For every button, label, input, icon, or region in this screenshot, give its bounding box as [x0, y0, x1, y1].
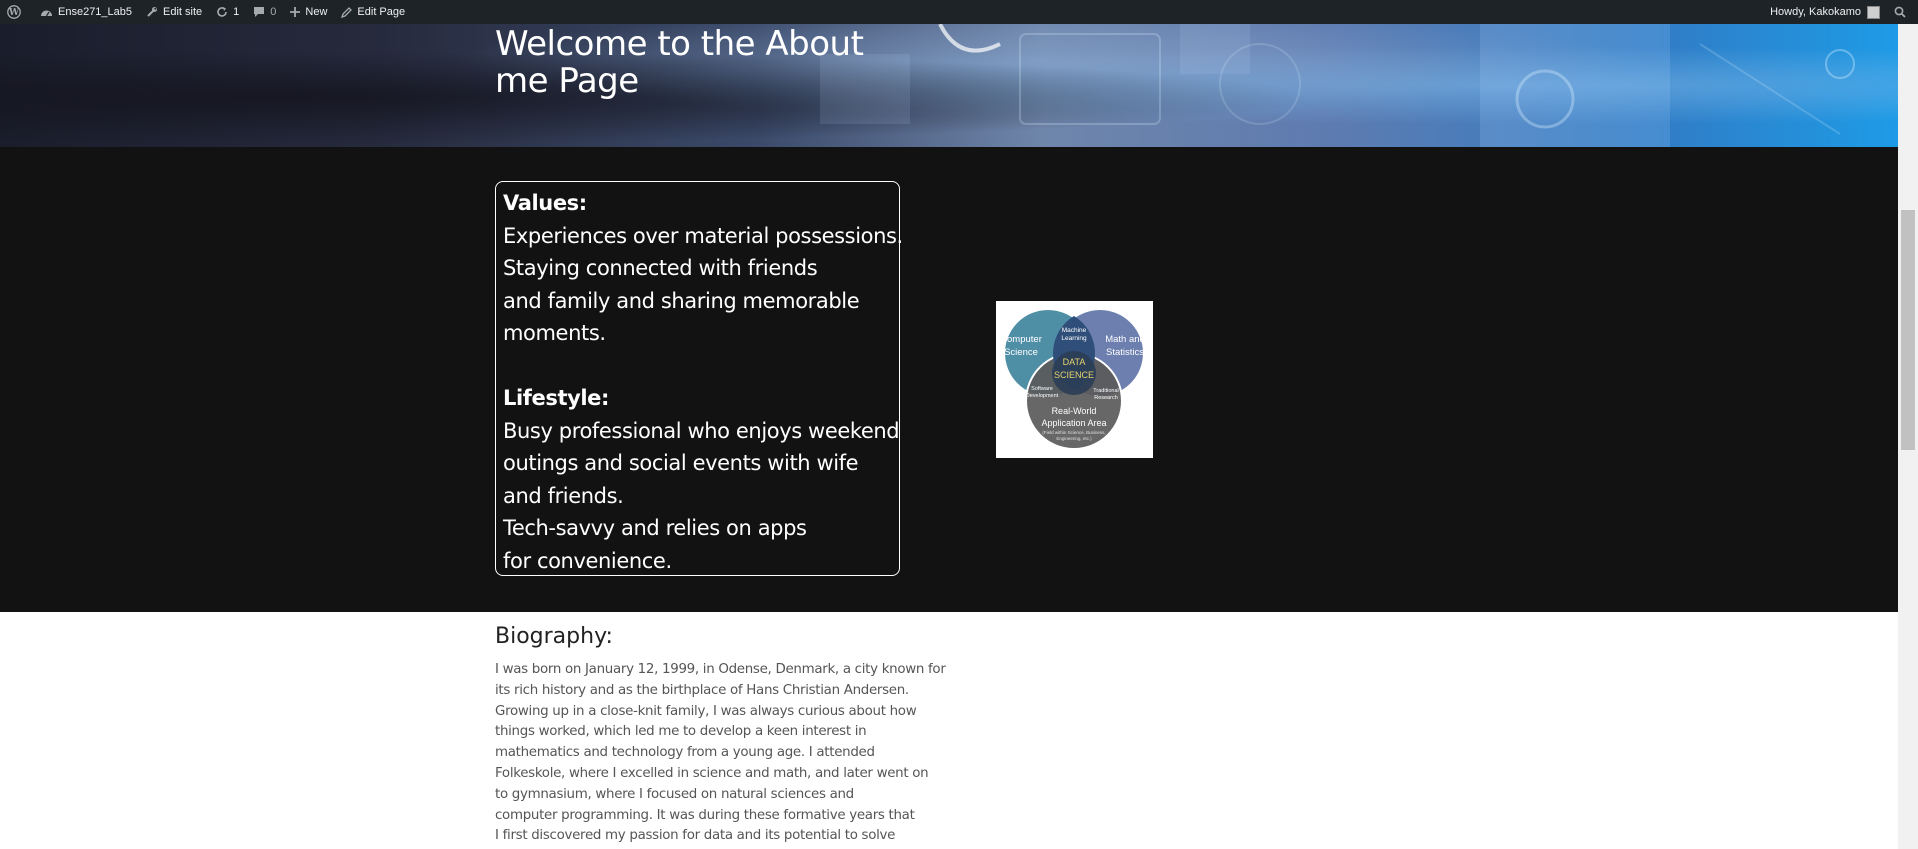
wrench-icon — [147, 7, 158, 17]
updates-count: 1 — [233, 6, 240, 18]
page-title-line-1: Welcome to the About — [495, 24, 864, 64]
bio-line: I first discovered my passion for data a… — [495, 828, 896, 844]
account-menu[interactable]: Howdy, Kakokamo — [1763, 0, 1887, 24]
wordpress-icon: W — [7, 5, 21, 19]
venn-label: Machine — [1062, 327, 1087, 334]
avatar — [1867, 5, 1880, 19]
scrollbar-thumb[interactable] — [1901, 210, 1915, 450]
venn-label: Science — [1004, 347, 1038, 358]
bio-line: Folkeskole, where I excelled in science … — [495, 765, 929, 781]
search-button[interactable] — [1887, 0, 1918, 24]
lifestyle-heading: Lifestyle: — [503, 386, 610, 410]
venn-label: Statistics — [1106, 347, 1144, 358]
page-title: Welcome to the About me Page — [495, 24, 864, 101]
greeting: Howdy, Kakokamo — [1770, 6, 1861, 18]
lifestyle-line: Tech-savvy and relies on apps — [503, 516, 807, 540]
venn-label: Learning — [1061, 335, 1087, 342]
biography-heading: Biography: — [495, 624, 613, 649]
bio-line: I was born on January 12, 1999, in Odens… — [495, 662, 946, 677]
new-label: New — [305, 6, 328, 18]
comments-link[interactable]: 0 — [246, 0, 283, 24]
pencil-icon — [341, 6, 353, 18]
hero-banner: Welcome to the About me Page — [0, 24, 1898, 147]
page-title-line-2: me Page — [495, 61, 639, 101]
comment-icon — [254, 7, 265, 17]
plus-icon — [290, 7, 301, 17]
admin-bar: W Ense271_Lab5 Edit site 1 0 New Edit Pa… — [0, 0, 1918, 24]
updates-icon — [217, 7, 227, 17]
values-section: Values: Experiences over material posses… — [0, 147, 1898, 612]
bio-line: mathematics and technology from a young … — [495, 745, 875, 761]
new-content-link[interactable]: New — [283, 0, 334, 24]
hero-background-graphic — [820, 24, 1855, 147]
edit-page-label: Edit Page — [357, 6, 406, 18]
venn-label: Computer — [1000, 334, 1042, 345]
bio-line: things worked, which led me to develop a… — [495, 724, 867, 740]
values-line: Experiences over material possessions. — [503, 223, 903, 248]
venn-label: Traditional — [1093, 388, 1118, 394]
edit-page-link[interactable]: Edit Page — [334, 0, 412, 24]
venn-label: Engineering, etc.) — [1056, 436, 1092, 441]
values-line: and family and sharing memorable — [503, 288, 860, 313]
edit-site-link[interactable]: Edit site — [139, 0, 209, 24]
venn-label: (Field within Science, Business, — [1042, 430, 1105, 435]
venn-label: Development — [1026, 393, 1059, 399]
venn-label: SCIENCE — [1054, 370, 1094, 380]
search-icon — [1894, 6, 1906, 18]
updates-link[interactable]: 1 — [209, 0, 246, 24]
venn-label: Software — [1031, 386, 1053, 392]
dashboard-icon — [41, 10, 52, 16]
lifestyle-line: outings and social events with wife — [503, 451, 859, 475]
lifestyle-line: for convenience. — [503, 548, 672, 573]
venn-label: DATA — [1063, 357, 1086, 367]
comments-count: 0 — [270, 6, 277, 18]
values-line: Staying connected with friends — [503, 256, 818, 280]
site-name-link[interactable]: Ense271_Lab5 — [33, 0, 139, 24]
venn-label: Research — [1094, 395, 1118, 401]
lifestyle-line: and friends. — [503, 483, 624, 508]
edit-site-label: Edit site — [163, 6, 203, 18]
venn-label: Real-World — [1052, 406, 1097, 416]
values-lifestyle-box: Values: Experiences over material posses… — [495, 181, 903, 576]
wordpress-logo-button[interactable]: W — [0, 0, 33, 24]
bio-line: to gymnasium, where I focused on natural… — [495, 786, 854, 802]
bio-line: computer programming. It was during thes… — [495, 807, 915, 823]
bio-line: its rich history and as the birthplace o… — [495, 682, 909, 698]
page-scrollbar[interactable] — [1898, 24, 1918, 849]
data-science-venn-image: Computer Science Math and Statistics Mac… — [996, 301, 1153, 458]
values-line: moments. — [503, 321, 606, 345]
values-heading: Values: — [503, 191, 587, 215]
lifestyle-line: Busy professional who enjoys weekend — [503, 418, 900, 443]
venn-label: Math and — [1105, 334, 1145, 345]
bio-line: Growing up in a close-knit family, I was… — [495, 703, 917, 719]
site-name: Ense271_Lab5 — [58, 6, 133, 18]
svg-text:W: W — [8, 8, 20, 18]
biography-text: I was born on January 12, 1999, in Odens… — [495, 660, 965, 847]
venn-label: Application Area — [1041, 418, 1106, 428]
